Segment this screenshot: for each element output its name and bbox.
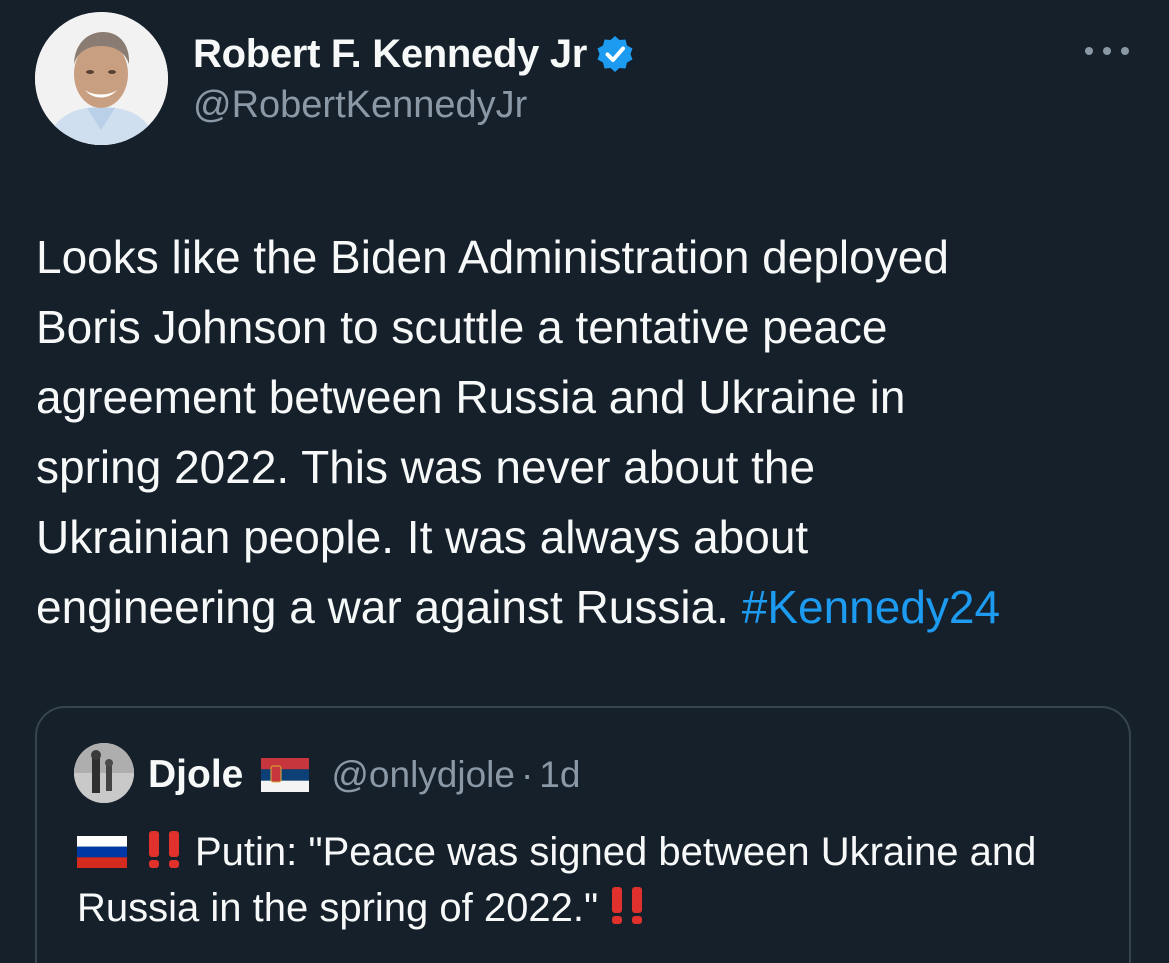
quoted-header: Djole @onlydjole · 1d bbox=[148, 752, 580, 798]
author-display-name[interactable]: Robert F. Kennedy Jr bbox=[193, 32, 587, 77]
author-avatar[interactable] bbox=[35, 12, 168, 145]
more-dot bbox=[1085, 47, 1093, 55]
quoted-timestamp[interactable]: 1d bbox=[539, 754, 580, 796]
quoted-avatar-image bbox=[74, 743, 134, 803]
avatar-image bbox=[35, 12, 168, 145]
quoted-tweet-text: Putin: "Peace was signed between Ukraine… bbox=[77, 824, 1117, 936]
quoted-tweet-card[interactable]: Djole @onlydjole · 1d Putin: "Peace was … bbox=[35, 706, 1131, 963]
hashtag-link[interactable]: #Kennedy24 bbox=[742, 581, 1000, 633]
tweet-text-body: Looks like the Biden Administration depl… bbox=[36, 231, 949, 633]
quoted-author-avatar[interactable] bbox=[74, 743, 134, 803]
separator-dot: · bbox=[520, 754, 534, 795]
more-dot bbox=[1121, 47, 1129, 55]
author-name-row[interactable]: Robert F. Kennedy Jr bbox=[193, 26, 635, 82]
more-horizontal-icon[interactable] bbox=[1085, 36, 1129, 66]
author-handle[interactable]: @RobertKennedyJr bbox=[193, 84, 527, 127]
double-exclamation-icon bbox=[612, 887, 643, 924]
double-exclamation-icon bbox=[149, 831, 179, 868]
verified-badge-icon bbox=[597, 36, 633, 72]
tweet-text: Looks like the Biden Administration depl… bbox=[36, 222, 1136, 642]
russia-flag-icon bbox=[77, 836, 127, 868]
quoted-tweet-body: Putin: "Peace was signed between Ukraine… bbox=[77, 830, 1037, 930]
more-dot bbox=[1103, 47, 1111, 55]
quoted-display-name[interactable]: Djole bbox=[148, 753, 243, 797]
quoted-handle[interactable]: @onlydjole bbox=[331, 754, 515, 796]
serbia-flag-icon bbox=[261, 758, 310, 792]
tweet[interactable]: Robert F. Kennedy Jr @RobertKennedyJr Lo… bbox=[0, 0, 1169, 963]
